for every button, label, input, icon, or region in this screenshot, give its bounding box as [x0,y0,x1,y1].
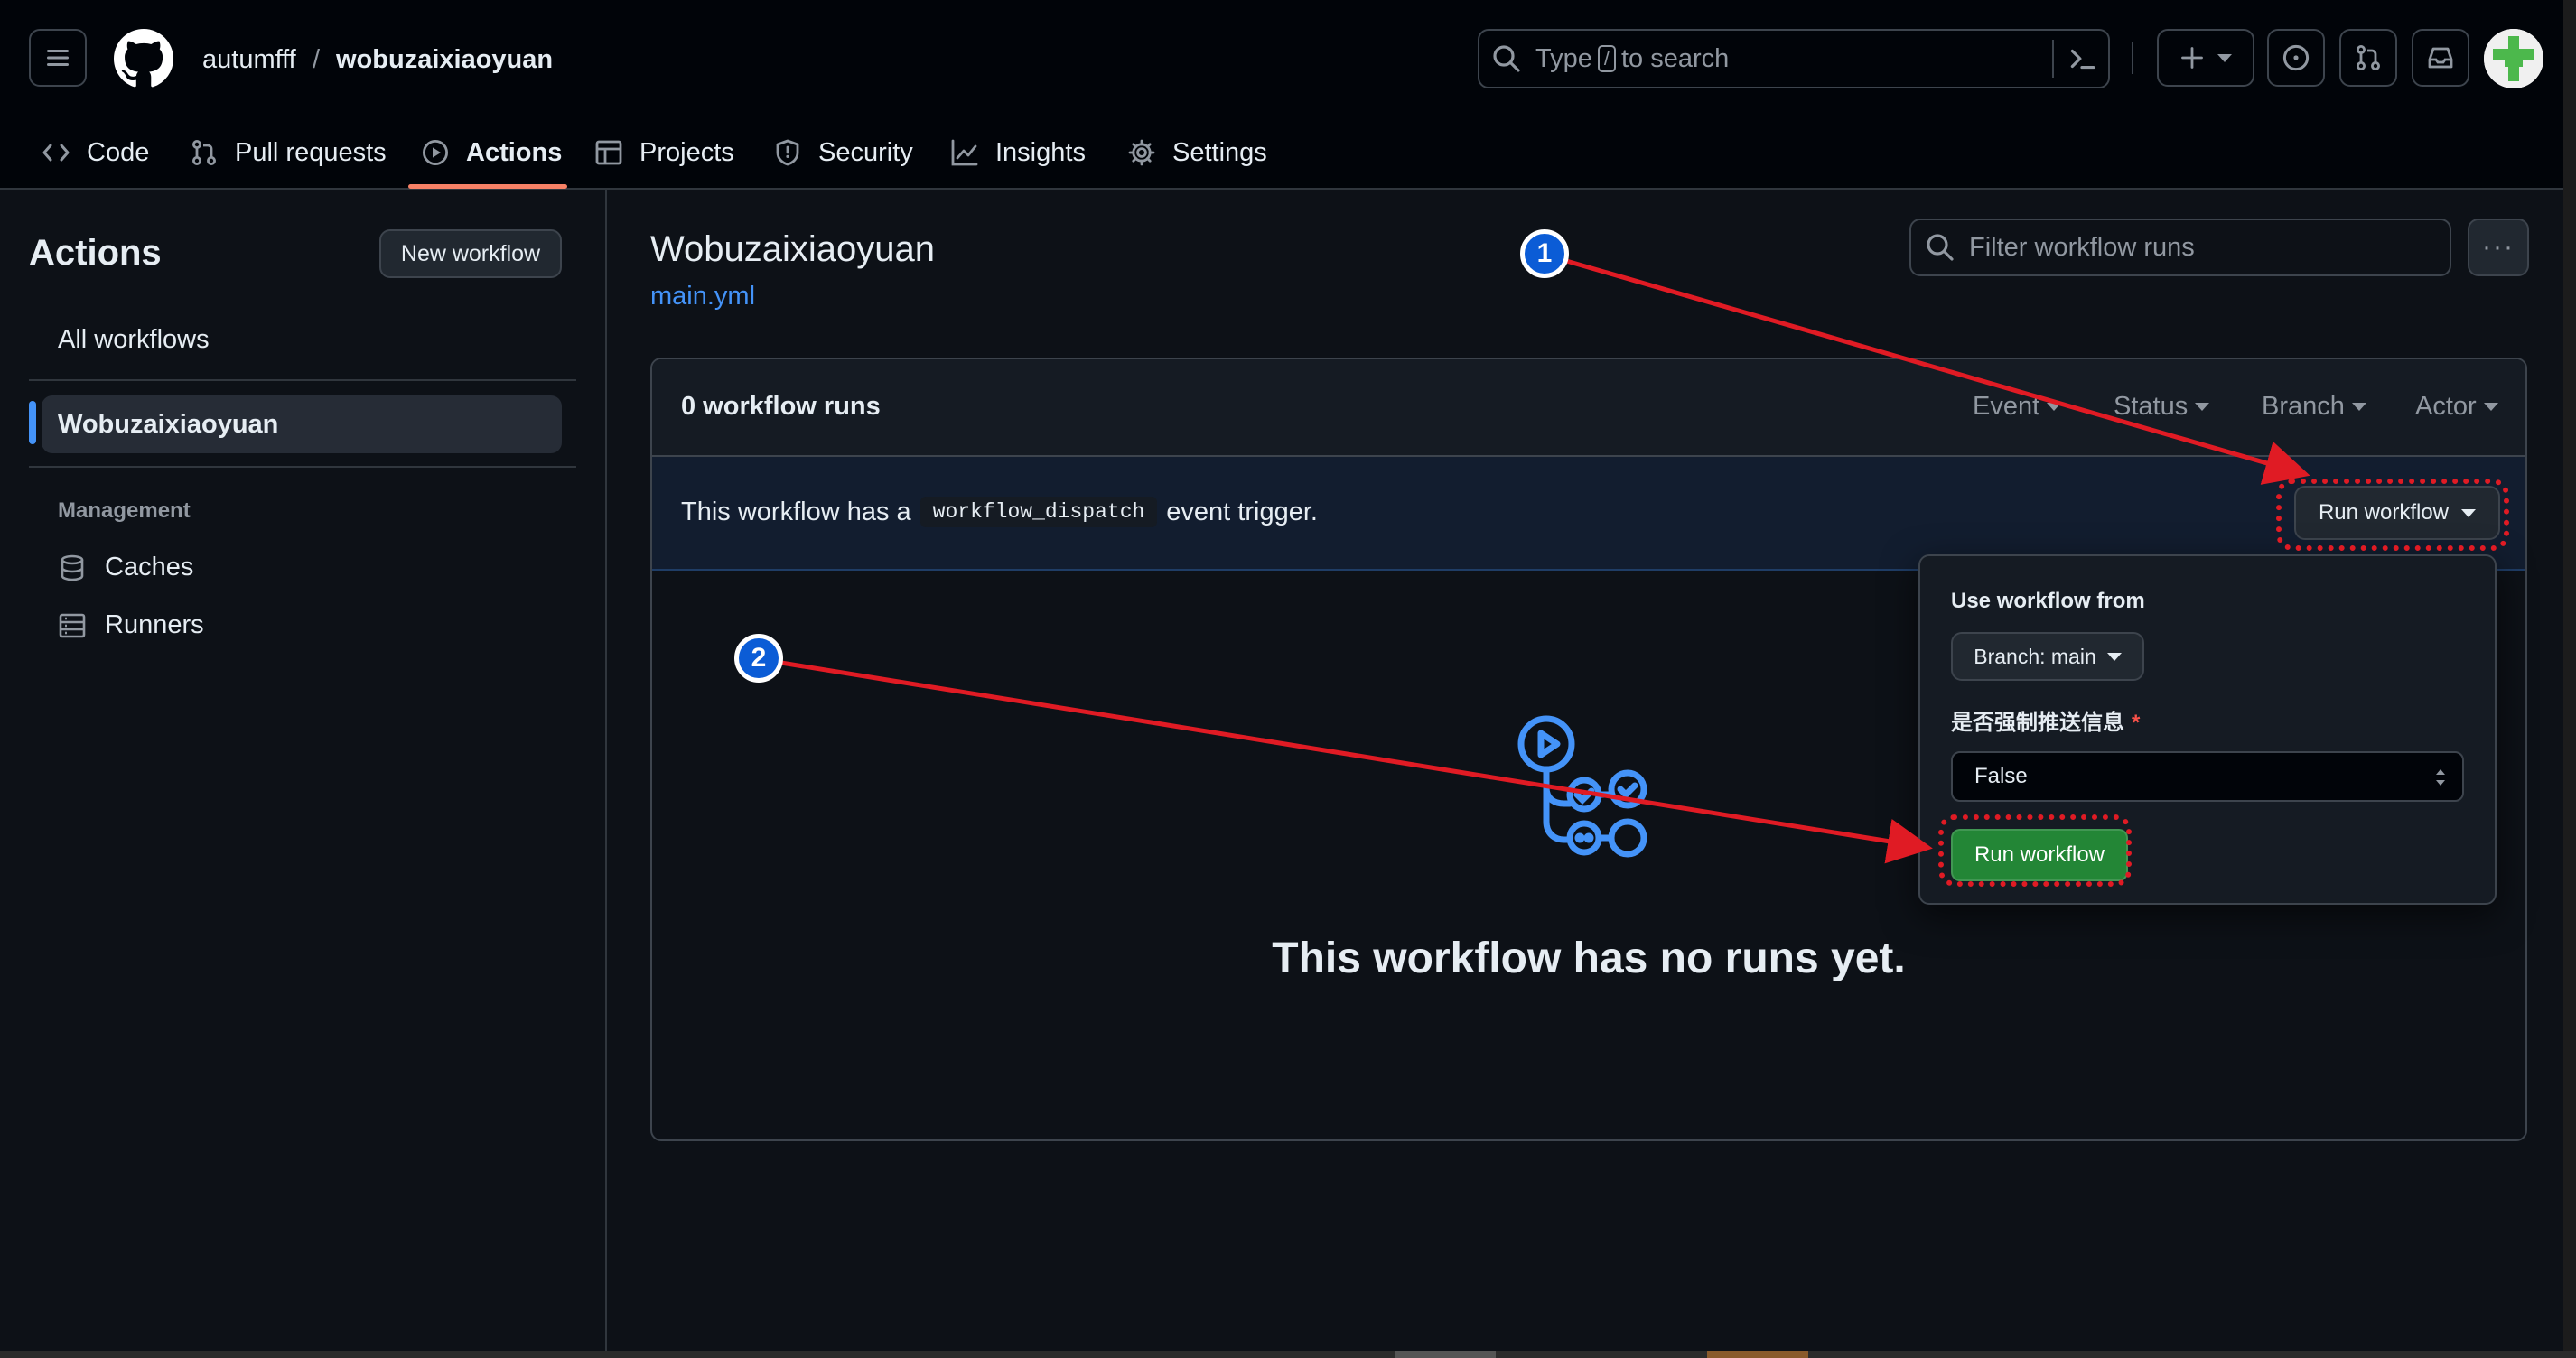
page: autumfff / wobuzaixiaoyuan Type / to sea… [0,0,2576,1358]
arrow-1 [1544,252,2310,485]
scroll-marker [1707,1351,1808,1358]
horizontal-scrollbar[interactable] [0,1351,2576,1358]
step-badge-2: 2 [734,634,783,683]
scrollbar[interactable] [2563,0,2576,1351]
scroll-thumb[interactable] [1395,1351,1496,1358]
step-badge-1: 1 [1520,229,1569,278]
annotation-arrows [758,252,2310,864]
arrow-2 [758,656,1933,864]
